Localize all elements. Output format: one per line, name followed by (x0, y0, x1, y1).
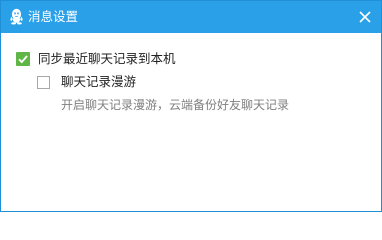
window-title: 消息设置 (28, 9, 79, 24)
message-settings-window: 消息设置 同步最近聊天记录到本机 聊天记录漫游 开启聊天记录漫游，云端备份好友聊… (0, 0, 382, 212)
roam-history-checkbox[interactable] (37, 76, 50, 89)
title-bar[interactable]: 消息设置 (1, 1, 381, 33)
sync-history-label: 同步最近聊天记录到本机 (38, 51, 176, 66)
sync-history-checkbox[interactable] (16, 52, 30, 66)
close-icon[interactable] (357, 9, 373, 25)
roam-history-description: 开启聊天记录漫游，云端备份好友聊天记录 (61, 98, 290, 112)
qq-penguin-icon (10, 8, 23, 25)
check-icon (18, 55, 28, 64)
roam-history-label: 聊天记录漫游 (61, 74, 137, 89)
